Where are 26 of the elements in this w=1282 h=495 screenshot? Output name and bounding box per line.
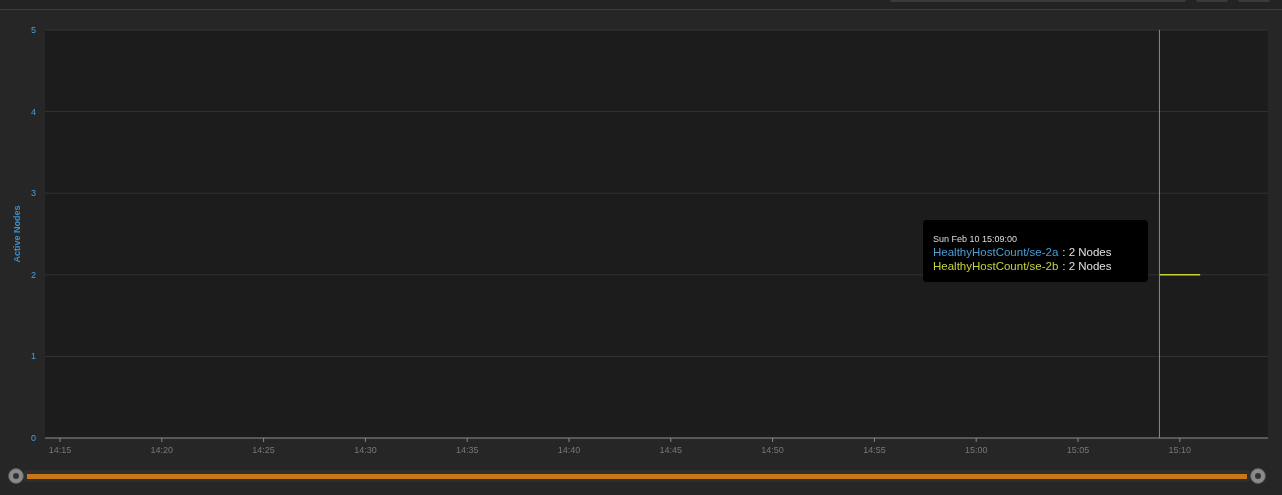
x-tick-label: 14:40: [557, 445, 581, 455]
y-tick-label: 2: [31, 269, 36, 280]
y-tick-label: 1: [31, 351, 36, 362]
series-value: : 2 Nodes: [1062, 245, 1112, 259]
series-name: HealthyHostCount/se-2a: [933, 245, 1059, 259]
x-tick-label: 14:15: [48, 445, 72, 455]
y-tick-label: 4: [31, 106, 36, 117]
x-tick-label: 14:35: [455, 445, 479, 455]
y-tick-label: 3: [31, 188, 36, 199]
x-tick-label: 14:45: [659, 445, 683, 455]
slider-handle[interactable]: [1250, 468, 1266, 484]
y-axis-title: Active Nodes: [12, 205, 22, 263]
x-tick-label: 14:25: [252, 445, 275, 455]
tooltip-time: Sun Feb 10 15:09:00: [933, 234, 1019, 245]
x-tick-label: 14:30: [354, 445, 377, 455]
x-tick-label: 14:50: [761, 445, 784, 455]
x-tick-label: 15:05: [1066, 445, 1090, 455]
y-tick-label: 5: [31, 25, 36, 35]
y-tick-label: 0: [31, 433, 36, 443]
x-tick-label: 15:00: [964, 445, 988, 455]
x-tick-label: 14:55: [863, 445, 886, 455]
x-tick-label: 14:20: [150, 445, 174, 455]
series-name: HealthyHostCount/se-2b: [933, 259, 1059, 273]
slider-handle[interactable]: [8, 468, 24, 484]
series-value: : 2 Nodes: [1062, 259, 1112, 273]
x-tick-label: 15:10: [1168, 445, 1192, 455]
